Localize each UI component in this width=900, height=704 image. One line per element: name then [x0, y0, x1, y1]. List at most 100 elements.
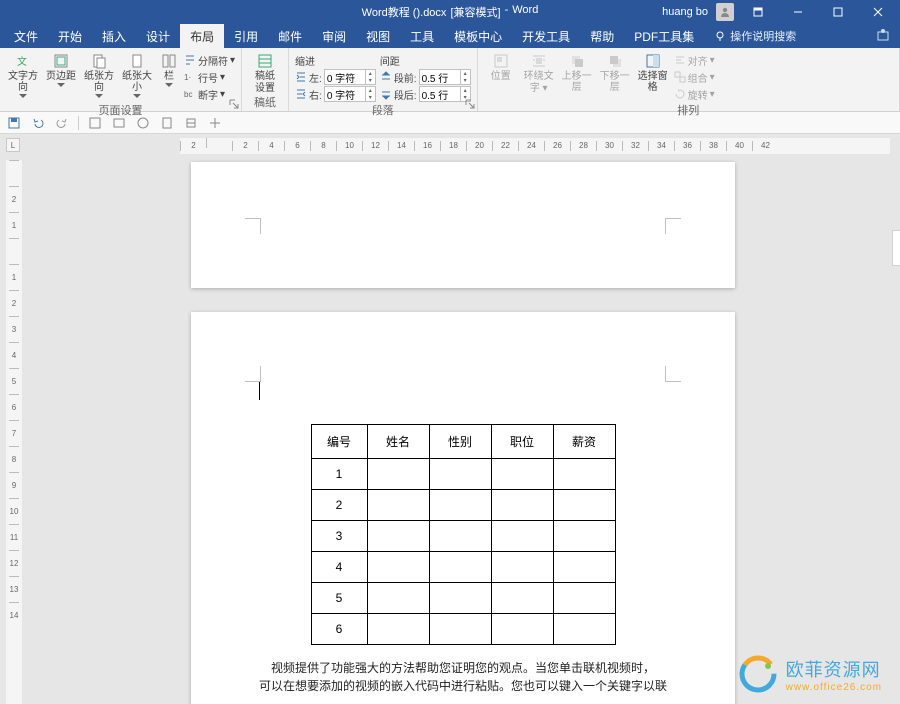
- indent-left-input[interactable]: ▴▾: [324, 69, 376, 85]
- table-row[interactable]: 5: [311, 583, 615, 614]
- group-icon: [674, 71, 686, 83]
- document-table[interactable]: 编号 姓名 性别 职位 薪资 1 2 3 4 5 6: [311, 424, 616, 645]
- chevron-down-icon: [57, 83, 65, 87]
- table-header-cell[interactable]: 薪资: [553, 425, 615, 459]
- crop-mark-icon: [665, 218, 681, 234]
- send-backward-button: 下移一层: [598, 50, 632, 93]
- margins-button[interactable]: 页边距: [44, 50, 78, 87]
- spacing-before-row: 段前: ▴▾: [380, 69, 471, 85]
- indent-right-row: 右: ▴▾: [295, 86, 376, 102]
- dialog-launcher-icon[interactable]: [229, 99, 239, 109]
- manuscript-settings-button[interactable]: 稿纸 设置: [248, 50, 282, 94]
- minimize-button[interactable]: [782, 1, 814, 23]
- group-label-page-setup: 页面设置: [6, 102, 235, 120]
- table-row[interactable]: 3: [311, 521, 615, 552]
- user-avatar-icon[interactable]: [716, 3, 734, 21]
- orientation-button[interactable]: 纸张方向: [82, 50, 116, 98]
- table-header-cell[interactable]: 姓名: [367, 425, 429, 459]
- page-current[interactable]: 编号 姓名 性别 职位 薪资 1 2 3 4 5 6 视频提供了功能强大的方法帮…: [191, 312, 735, 704]
- svg-text:文: 文: [17, 55, 27, 68]
- body-paragraph[interactable]: 视频提供了功能强大的方法帮助您证明您的观点。当您单击联机视频时， 可以在想要添加…: [251, 659, 675, 695]
- indent-right-icon: [295, 88, 307, 100]
- group-paragraph: 缩进 左: ▴▾ 右: ▴▾ 间距 段前: ▴▾: [289, 48, 478, 111]
- ribbon-display-options-icon[interactable]: [742, 1, 774, 23]
- share-icon[interactable]: [876, 28, 890, 42]
- table-header-cell[interactable]: 职位: [491, 425, 553, 459]
- align-button: 对齐▾: [674, 52, 715, 68]
- chevron-down-icon: [95, 94, 103, 98]
- group-label-paragraph: 段落: [295, 102, 471, 120]
- orientation-icon: [90, 52, 108, 70]
- text-direction-button[interactable]: 文 文字方向: [6, 50, 40, 98]
- crop-mark-icon: [245, 366, 261, 382]
- line-numbers-button[interactable]: 1·行号▾: [184, 69, 235, 85]
- text-direction-icon: 文: [14, 52, 32, 70]
- spin-down[interactable]: ▾: [460, 77, 470, 84]
- horizontal-ruler[interactable]: 224681012141618202224262830323436384042: [180, 138, 890, 154]
- tab-view[interactable]: 视图: [356, 24, 400, 48]
- selection-pane-button[interactable]: 选择窗格: [636, 50, 670, 93]
- tab-layout[interactable]: 布局: [180, 24, 224, 48]
- tab-pdf[interactable]: PDF工具集: [624, 24, 704, 48]
- table-row[interactable]: 2: [311, 490, 615, 521]
- tab-mailings[interactable]: 邮件: [268, 24, 312, 48]
- close-button[interactable]: [862, 1, 894, 23]
- spacing-after-row: 段后: ▴▾: [380, 86, 471, 102]
- hyphenation-icon: bc: [184, 88, 196, 100]
- indent-left-row: 左: ▴▾: [295, 69, 376, 85]
- forward-icon: [568, 52, 586, 70]
- table-header-cell[interactable]: 编号: [311, 425, 367, 459]
- document-name: Word教程 ().docx: [362, 4, 447, 20]
- maximize-button[interactable]: [822, 1, 854, 23]
- spin-up[interactable]: ▴: [460, 70, 470, 77]
- dialog-launcher-icon[interactable]: [465, 99, 475, 109]
- tab-design[interactable]: 设计: [136, 24, 180, 48]
- tab-home[interactable]: 开始: [48, 24, 92, 48]
- ruler-tab-selector[interactable]: L: [6, 138, 20, 152]
- table-header-cell[interactable]: 性别: [429, 425, 491, 459]
- title-bar: Word教程 ().docx [兼容模式] - Word huang bo: [0, 0, 900, 24]
- group-label-arrange: 排列: [484, 102, 893, 120]
- group-manuscript: 稿纸 设置 稿纸: [242, 48, 289, 111]
- table-row[interactable]: 1: [311, 459, 615, 490]
- spacing-after-input[interactable]: ▴▾: [419, 86, 471, 102]
- table-row[interactable]: 4: [311, 552, 615, 583]
- tab-template[interactable]: 模板中心: [444, 24, 512, 48]
- tab-references[interactable]: 引用: [224, 24, 268, 48]
- tab-tools[interactable]: 工具: [400, 24, 444, 48]
- tell-me-search[interactable]: 操作说明搜索: [714, 24, 796, 48]
- table-header-row[interactable]: 编号 姓名 性别 职位 薪资: [311, 425, 615, 459]
- bring-forward-button: 上移一层: [560, 50, 594, 93]
- backward-icon: [606, 52, 624, 70]
- spin-down[interactable]: ▾: [365, 94, 375, 101]
- tab-insert[interactable]: 插入: [92, 24, 136, 48]
- tab-review[interactable]: 审阅: [312, 24, 356, 48]
- table-row[interactable]: 6: [311, 614, 615, 645]
- spacing-before-input[interactable]: ▴▾: [419, 69, 471, 85]
- spacing-after-icon: [380, 88, 392, 100]
- rotate-icon: [674, 88, 686, 100]
- vertical-ruler[interactable]: 211234567891011121314: [6, 160, 22, 704]
- tab-developer[interactable]: 开发工具: [512, 24, 580, 48]
- breaks-button[interactable]: 分隔符▾: [184, 52, 235, 68]
- tab-help[interactable]: 帮助: [580, 24, 624, 48]
- svg-text:1·: 1·: [184, 73, 191, 82]
- crop-mark-icon: [245, 218, 261, 234]
- manuscript-icon: [256, 52, 274, 70]
- spin-down[interactable]: ▾: [365, 77, 375, 84]
- tab-file[interactable]: 文件: [4, 24, 48, 48]
- size-button[interactable]: 纸张大小: [120, 50, 154, 98]
- document-area[interactable]: 编号 姓名 性别 职位 薪资 1 2 3 4 5 6 视频提供了功能强大的方法帮…: [26, 156, 900, 704]
- spin-up[interactable]: ▴: [365, 87, 375, 94]
- ribbon-tabs: 文件 开始 插入 设计 布局 引用 邮件 审阅 视图 工具 模板中心 开发工具 …: [0, 24, 900, 48]
- spin-up[interactable]: ▴: [460, 87, 470, 94]
- hyphenation-button[interactable]: bc断字▾: [184, 86, 235, 102]
- columns-button[interactable]: 栏: [158, 50, 180, 87]
- breaks-icon: [184, 54, 196, 66]
- group-arrange: 位置 环绕文 字 ▾ 上移一层 下移一层 选择窗格 对齐▾ 组合▾: [478, 48, 900, 111]
- rotate-button: 旋转▾: [674, 86, 715, 102]
- lightbulb-icon: [714, 30, 726, 42]
- text-cursor: [259, 382, 260, 400]
- indent-right-input[interactable]: ▴▾: [324, 86, 376, 102]
- spin-up[interactable]: ▴: [365, 70, 375, 77]
